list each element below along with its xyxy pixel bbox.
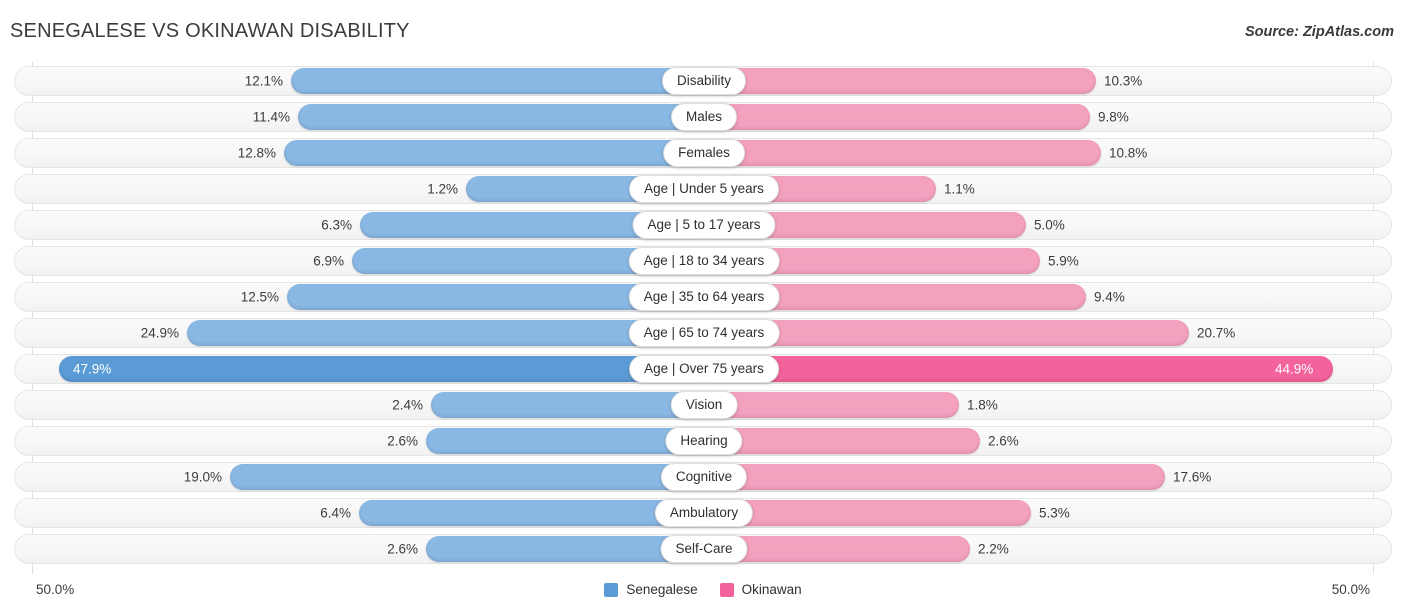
- category-label: Age | 65 to 74 years: [628, 319, 780, 347]
- value-label-okinawan: 9.4%: [1094, 289, 1125, 305]
- chart-row: 2.4% 1.8% Vision: [14, 390, 1392, 420]
- value-label-okinawan: 1.8%: [967, 397, 998, 413]
- bar-senegalese: [298, 104, 702, 130]
- category-label: Females: [663, 139, 745, 167]
- value-label-okinawan: 20.7%: [1197, 325, 1236, 341]
- chart-row: 6.9% 5.9% Age | 18 to 34 years: [14, 246, 1392, 276]
- category-label: Age | Under 5 years: [629, 175, 779, 203]
- bar-senegalese: [359, 500, 702, 526]
- category-label: Cognitive: [660, 463, 748, 491]
- plot-area: 12.1% 10.3% Disability 11.4% 9.8% Males 12.8% 1…: [14, 62, 1392, 574]
- category-label: Hearing: [665, 427, 743, 455]
- chart-row: 24.9% 20.7% Age | 65 to 74 years: [14, 318, 1392, 348]
- value-label-senegalese: 6.4%: [320, 505, 351, 521]
- value-label-okinawan: 10.3%: [1104, 73, 1143, 89]
- chart-footer: 50.0% 50.0% Senegalese Okinawan: [0, 574, 1406, 612]
- value-label-senegalese: 2.6%: [387, 433, 418, 449]
- chart-row-inner: 11.4% 9.8% Males: [15, 103, 1391, 131]
- value-label-okinawan: 1.1%: [944, 181, 975, 197]
- bar-okinawan: [704, 140, 1101, 166]
- value-label-senegalese: 24.9%: [140, 325, 179, 341]
- value-label-okinawan: 10.8%: [1109, 145, 1148, 161]
- bar-okinawan: [704, 68, 1096, 94]
- legend-item[interactable]: Senegalese: [604, 582, 698, 597]
- legend-item-label: Okinawan: [741, 582, 802, 597]
- value-label-senegalese: 2.4%: [392, 397, 423, 413]
- value-label-okinawan: 9.8%: [1098, 109, 1129, 125]
- value-label-senegalese: 19.0%: [183, 469, 222, 485]
- value-label-senegalese: 12.8%: [237, 145, 276, 161]
- chart-row-inner: 24.9% 20.7% Age | 65 to 74 years: [15, 319, 1391, 347]
- value-label-senegalese: 2.6%: [387, 541, 418, 557]
- bar-okinawan: [704, 104, 1090, 130]
- value-label-senegalese: 11.4%: [252, 109, 290, 125]
- chart-row-inner: 6.9% 5.9% Age | 18 to 34 years: [15, 247, 1391, 275]
- chart-row: 6.4% 5.3% Ambulatory: [14, 498, 1392, 528]
- category-label: Disability: [661, 67, 747, 95]
- value-label-okinawan: 2.2%: [978, 541, 1009, 557]
- chart-row-inner: 2.6% 2.6% Hearing: [15, 427, 1391, 455]
- category-label: Vision: [670, 391, 738, 419]
- category-label: Age | 35 to 64 years: [628, 283, 780, 311]
- bar-okinawan: [704, 428, 980, 454]
- value-label-okinawan: 5.9%: [1048, 253, 1079, 269]
- chart-row: 2.6% 2.6% Hearing: [14, 426, 1392, 456]
- bar-okinawan: [704, 500, 1031, 526]
- chart-row-inner: 12.8% 10.8% Females: [15, 139, 1391, 167]
- chart-row: 12.5% 9.4% Age | 35 to 64 years: [14, 282, 1392, 312]
- legend: Senegalese Okinawan: [0, 582, 1406, 597]
- value-label-senegalese: 47.9%: [73, 361, 112, 377]
- source-attribution: Source: ZipAtlas.com: [1244, 24, 1394, 40]
- chart-row-inner: 1.2% 1.1% Age | Under 5 years: [15, 175, 1391, 203]
- category-label: Age | 5 to 17 years: [632, 211, 776, 239]
- bar-senegalese: [431, 392, 702, 418]
- chart-row-inner: 6.4% 5.3% Ambulatory: [15, 499, 1391, 527]
- bar-senegalese: [426, 428, 702, 454]
- bar-senegalese: [230, 464, 702, 490]
- value-label-okinawan: 17.6%: [1173, 469, 1212, 485]
- bar-okinawan: [704, 464, 1165, 490]
- legend-swatch-icon: [719, 582, 734, 597]
- legend-swatch-icon: [604, 582, 619, 597]
- value-label-senegalese: 6.9%: [313, 253, 344, 269]
- page-title: SENEGALESE VS OKINAWAN DISABILITY: [10, 20, 410, 42]
- value-label-okinawan: 2.6%: [988, 433, 1019, 449]
- bar-senegalese: [59, 356, 702, 382]
- bar-senegalese: [291, 68, 702, 94]
- chart-row-inner: 47.9% 44.9% Age | Over 75 years: [15, 355, 1391, 383]
- value-label-okinawan: 44.9%: [1275, 361, 1314, 377]
- legend-item[interactable]: Okinawan: [719, 582, 802, 597]
- chart-row-inner: 12.1% 10.3% Disability: [15, 67, 1391, 95]
- chart-row-inner: 2.4% 1.8% Vision: [15, 391, 1391, 419]
- chart-row-inner: 12.5% 9.4% Age | 35 to 64 years: [15, 283, 1391, 311]
- chart-row-inner: 2.6% 2.2% Self-Care: [15, 535, 1391, 563]
- chart-row: 1.2% 1.1% Age | Under 5 years: [14, 174, 1392, 204]
- value-label-okinawan: 5.3%: [1039, 505, 1070, 521]
- value-label-senegalese: 12.1%: [244, 73, 283, 89]
- category-label: Self-Care: [660, 535, 748, 563]
- bar-okinawan: [704, 356, 1333, 382]
- value-label-senegalese: 12.5%: [240, 289, 279, 305]
- value-label-okinawan: 5.0%: [1034, 217, 1065, 233]
- chart-row: 12.8% 10.8% Females: [14, 138, 1392, 168]
- legend-item-label: Senegalese: [626, 582, 698, 597]
- chart-row: 47.9% 44.9% Age | Over 75 years: [14, 354, 1392, 384]
- bar-okinawan: [704, 392, 959, 418]
- chart-row: 11.4% 9.8% Males: [14, 102, 1392, 132]
- category-label: Age | Over 75 years: [629, 355, 779, 383]
- bar-senegalese: [284, 140, 702, 166]
- chart-row-inner: 19.0% 17.6% Cognitive: [15, 463, 1391, 491]
- chart-row: 12.1% 10.3% Disability: [14, 66, 1392, 96]
- value-label-senegalese: 1.2%: [427, 181, 458, 197]
- category-label: Age | 18 to 34 years: [628, 247, 780, 275]
- disability-comparison-chart: SENEGALESE VS OKINAWAN DISABILITY Source…: [0, 0, 1406, 612]
- value-label-senegalese: 6.3%: [321, 217, 352, 233]
- chart-row-inner: 6.3% 5.0% Age | 5 to 17 years: [15, 211, 1391, 239]
- chart-row: 2.6% 2.2% Self-Care: [14, 534, 1392, 564]
- bar-senegalese: [187, 320, 702, 346]
- chart-row: 6.3% 5.0% Age | 5 to 17 years: [14, 210, 1392, 240]
- category-label: Ambulatory: [654, 499, 754, 527]
- chart-row: 19.0% 17.6% Cognitive: [14, 462, 1392, 492]
- category-label: Males: [670, 103, 738, 131]
